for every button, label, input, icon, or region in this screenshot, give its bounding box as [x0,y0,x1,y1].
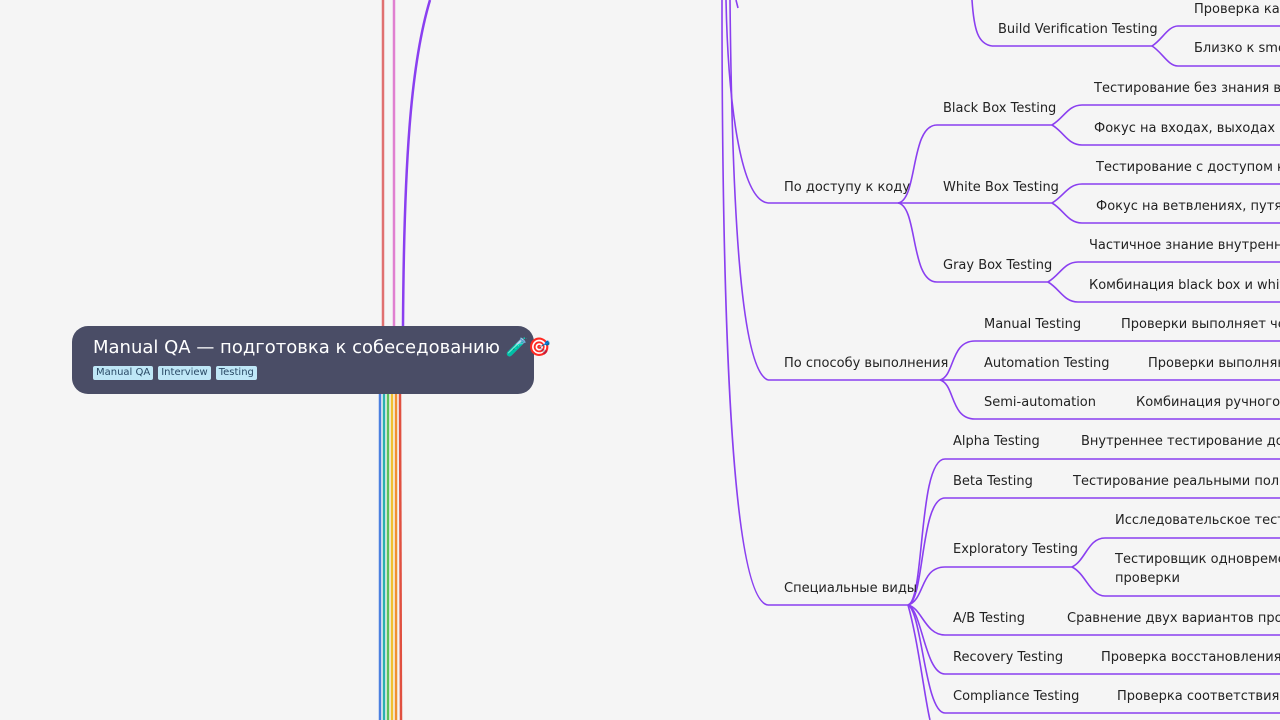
node-compliance-detail[interactable]: Проверка соответствия ст [1117,689,1280,705]
node-exploratory-detail-2b[interactable]: проверки [1115,571,1180,587]
node-gray-box[interactable]: Gray Box Testing [943,258,1052,274]
node-black-box[interactable]: Black Box Testing [943,101,1056,117]
node-compliance-testing[interactable]: Compliance Testing [953,689,1079,705]
node-ab-testing[interactable]: A/B Testing [953,611,1025,627]
node-white-box[interactable]: White Box Testing [943,180,1059,196]
node-beta-testing[interactable]: Beta Testing [953,474,1033,490]
node-exploratory-testing[interactable]: Exploratory Testing [953,542,1078,558]
node-automation-detail[interactable]: Проверки выполняю [1148,356,1280,372]
node-recovery-testing[interactable]: Recovery Testing [953,650,1063,666]
node-special-types[interactable]: Специальные виды [784,581,917,597]
node-manual-testing[interactable]: Manual Testing [984,317,1081,333]
node-exploratory-detail-1[interactable]: Исследовательское тестир [1115,513,1280,529]
tag-manual-qa: Manual QA [93,366,154,380]
node-gb-detail-2[interactable]: Комбинация black box и white [1089,278,1280,294]
node-alpha-testing[interactable]: Alpha Testing [953,434,1040,450]
node-gb-detail-1[interactable]: Частичное знание внутреннег [1089,238,1280,254]
node-semi-detail[interactable]: Комбинация ручного и [1136,395,1280,411]
root-title: Manual QA — подготовка к собеседованию 🧪… [93,337,551,358]
node-bb-detail-1[interactable]: Тестирование без знания вну [1094,81,1280,97]
node-semi-automation[interactable]: Semi-automation [984,395,1096,411]
node-recovery-detail[interactable]: Проверка восстановления п [1101,650,1280,666]
node-beta-detail[interactable]: Тестирование реальными пользо [1073,474,1280,490]
tag-testing: Testing [215,366,257,380]
node-bb-detail-2[interactable]: Фокус на входах, выходах и по [1094,121,1280,137]
node-by-code-access[interactable]: По доступу к коду [784,180,910,196]
tag-interview: Interview [158,366,211,380]
node-bvt-detail-2[interactable]: Близко к smok [1194,41,1280,57]
root-node[interactable]: Manual QA — подготовка к собеседованию 🧪… [72,326,551,394]
node-build-verification[interactable]: Build Verification Testing [998,22,1158,38]
node-automation-testing[interactable]: Automation Testing [984,356,1110,372]
root-tags: Manual QA Interview Testing [93,366,534,380]
node-by-execution[interactable]: По способу выполнения [784,356,948,372]
node-alpha-detail[interactable]: Внутреннее тестирование до пе [1081,434,1280,450]
node-bvt-detail-1[interactable]: Проверка кач [1194,2,1280,18]
node-ab-detail[interactable]: Сравнение двух вариантов проду [1067,611,1280,627]
node-wb-detail-2[interactable]: Фокус на ветвлениях, путях, п [1096,199,1280,215]
node-exploratory-detail-2a[interactable]: Тестировщик одновремен [1115,552,1280,568]
node-manual-detail[interactable]: Проверки выполняет чел [1121,317,1280,333]
node-wb-detail-1[interactable]: Тестирование с доступом к ко [1096,160,1280,176]
